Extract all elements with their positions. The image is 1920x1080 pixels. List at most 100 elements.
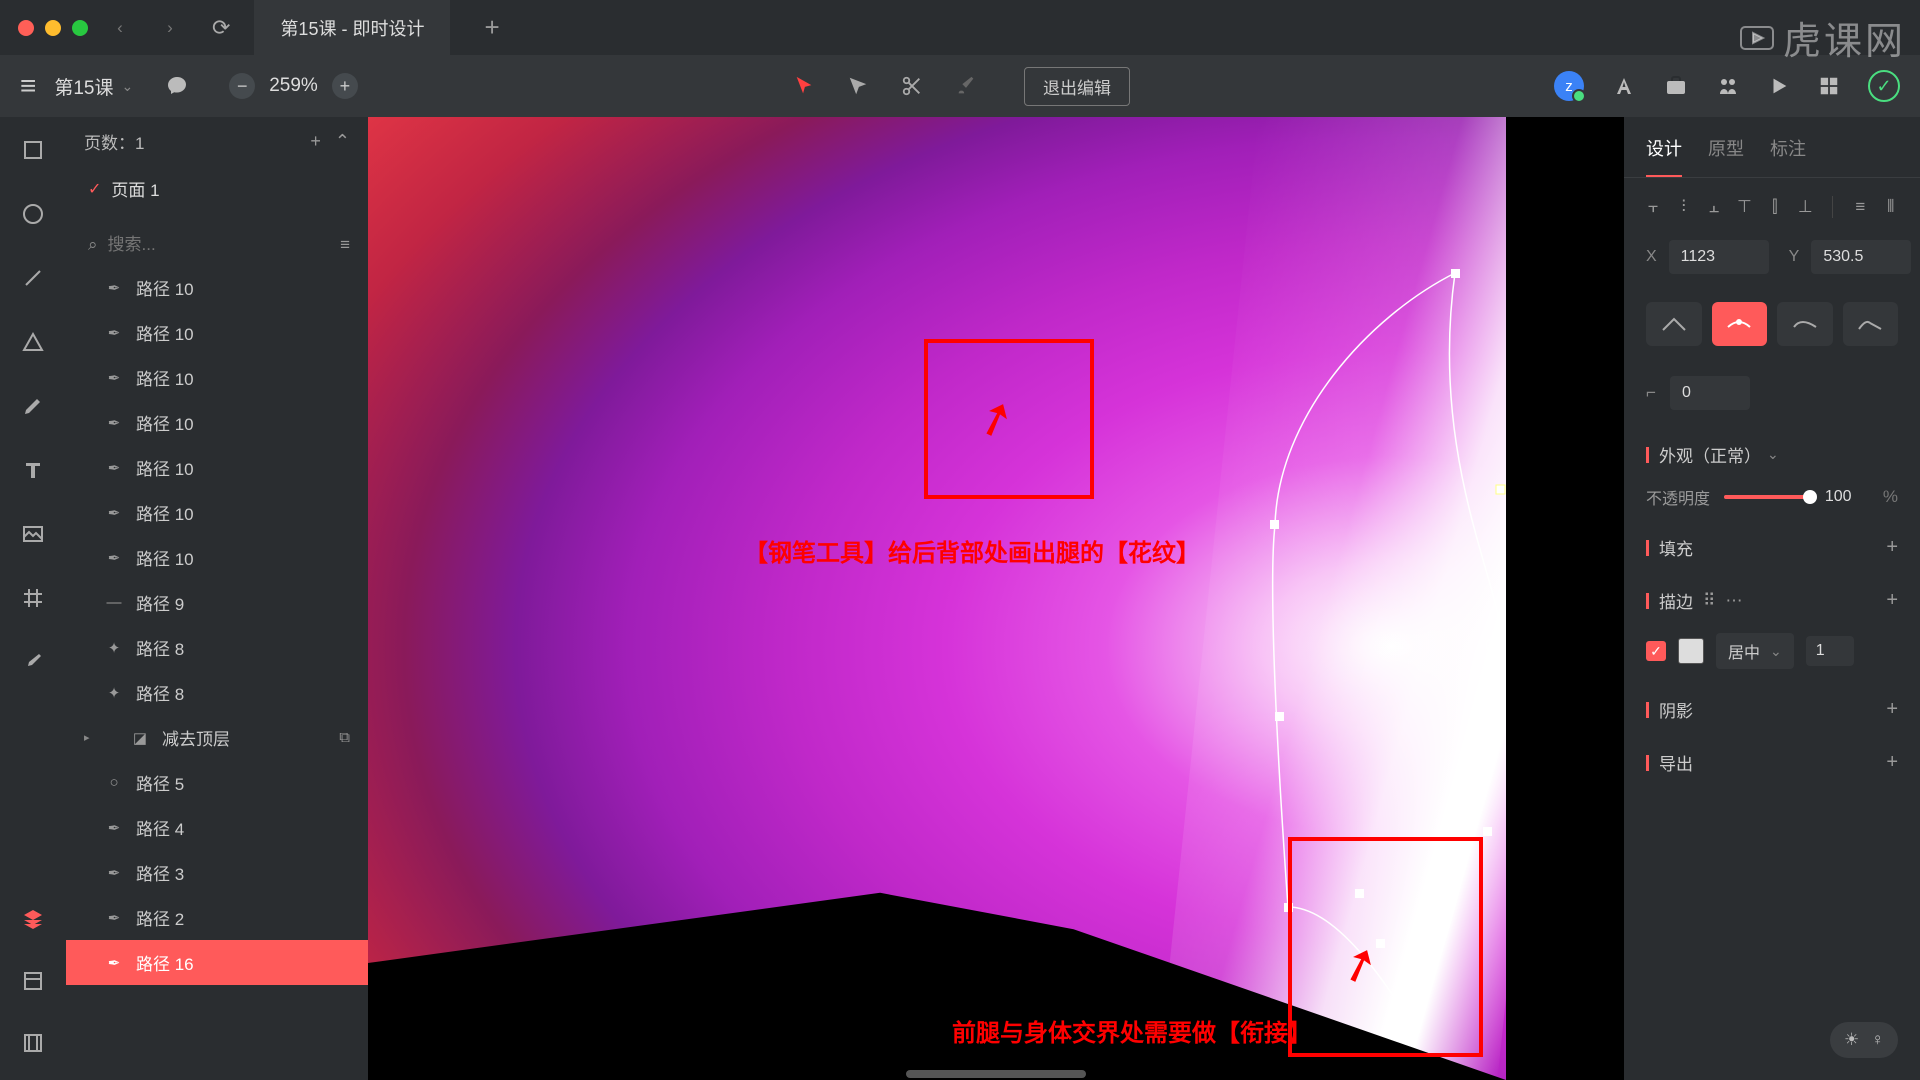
exit-edit-button[interactable]: 退出编辑 xyxy=(1024,67,1130,106)
grid-icon[interactable] xyxy=(1818,75,1840,97)
align-top-icon[interactable]: ⊤ xyxy=(1735,196,1753,218)
line-tool-icon[interactable] xyxy=(18,263,48,293)
opacity-slider[interactable] xyxy=(1724,495,1811,499)
frame-tool-icon[interactable] xyxy=(18,135,48,165)
briefcase-icon[interactable] xyxy=(1664,74,1688,98)
appearance-header[interactable]: 外观（正常） ⌄ xyxy=(1624,424,1920,477)
ellipse-tool-icon[interactable] xyxy=(18,199,48,229)
scissors-icon[interactable] xyxy=(898,72,926,100)
add-page-icon[interactable]: + xyxy=(310,131,321,152)
pen-tool-icon[interactable] xyxy=(18,391,48,421)
page-item[interactable]: ✓ 页面 1 xyxy=(66,166,368,211)
refresh-icon[interactable]: ⟳ xyxy=(212,15,230,41)
close-window[interactable] xyxy=(18,20,34,36)
menu-icon[interactable]: ≡ xyxy=(20,70,36,102)
stroke-more-icon[interactable]: ⋯ xyxy=(1725,591,1742,611)
text-style-icon[interactable] xyxy=(1612,74,1636,98)
stroke-position-select[interactable]: 居中 ⌄ xyxy=(1716,633,1794,669)
layers-panel-icon[interactable] xyxy=(18,904,48,934)
share-icon[interactable] xyxy=(1716,74,1740,98)
layer-item[interactable]: ✒路径 10 xyxy=(66,265,368,310)
layer-name: 路径 8 xyxy=(136,680,184,705)
layer-item[interactable]: ✒路径 10 xyxy=(66,535,368,580)
layer-name: 路径 5 xyxy=(136,770,184,795)
tab-prototype[interactable]: 原型 xyxy=(1708,135,1744,177)
search-input[interactable] xyxy=(108,235,331,255)
polygon-tool-icon[interactable] xyxy=(18,327,48,357)
horizontal-scrollbar[interactable] xyxy=(906,1070,1086,1078)
filter-icon[interactable]: ≡ xyxy=(340,235,350,255)
user-avatar[interactable]: z xyxy=(1554,71,1584,101)
point-asym-icon[interactable] xyxy=(1777,302,1833,346)
done-icon[interactable]: ✓ xyxy=(1868,70,1900,102)
brush-icon[interactable] xyxy=(952,72,980,100)
layer-item[interactable]: ✒路径 3 xyxy=(66,850,368,895)
align-bottom-icon[interactable]: ⊥ xyxy=(1796,196,1814,218)
new-tab-button[interactable]: + xyxy=(464,12,519,43)
canvas[interactable]: ➚ ➚ 【钢笔工具】给后背部处画出腿的【花纹】 前腿与身体交界处需要做【衔接】 … xyxy=(368,117,1624,1080)
chat-icon[interactable] xyxy=(165,74,189,98)
layer-item[interactable]: ▸◪减去顶层⧉ xyxy=(66,715,368,760)
add-stroke-icon[interactable]: + xyxy=(1886,589,1898,612)
eyedropper-icon[interactable] xyxy=(18,647,48,677)
zoom-out-button[interactable]: − xyxy=(229,73,255,99)
stroke-visible-checkbox[interactable]: ✓ xyxy=(1646,641,1666,661)
opacity-value[interactable]: 100 xyxy=(1825,488,1869,506)
layer-item[interactable]: ✒路径 10 xyxy=(66,445,368,490)
text-tool-icon[interactable] xyxy=(18,455,48,485)
layer-item[interactable]: ✒路径 4 xyxy=(66,805,368,850)
layer-item[interactable]: ✒路径 10 xyxy=(66,355,368,400)
radius-input[interactable] xyxy=(1670,376,1750,410)
maximize-window[interactable] xyxy=(72,20,88,36)
align-right-icon[interactable]: ⫠ xyxy=(1705,196,1723,218)
pen-tool-icon[interactable] xyxy=(844,72,872,100)
add-shadow-icon[interactable]: + xyxy=(1886,698,1898,721)
point-mirror-icon[interactable] xyxy=(1712,302,1768,346)
y-input[interactable] xyxy=(1811,240,1911,274)
distribute-h-icon[interactable]: ≡ xyxy=(1851,196,1869,218)
nav-back[interactable]: ‹ xyxy=(102,10,138,46)
zoom-controls: − 259% + xyxy=(229,73,358,99)
layer-item[interactable]: —路径 9 xyxy=(66,580,368,625)
layer-item[interactable]: ✦路径 8 xyxy=(66,670,368,715)
layer-type-icon: ✒ xyxy=(104,279,124,297)
layer-item[interactable]: ○路径 5 xyxy=(66,760,368,805)
theme-toggle[interactable]: ☀ ♀ xyxy=(1830,1022,1898,1058)
zoom-in-button[interactable]: + xyxy=(332,73,358,99)
slice-tool-icon[interactable] xyxy=(18,583,48,613)
point-corner-icon[interactable] xyxy=(1646,302,1702,346)
tab-annotate[interactable]: 标注 xyxy=(1770,135,1806,177)
stroke-width-input[interactable] xyxy=(1806,636,1854,666)
zoom-value[interactable]: 259% xyxy=(269,75,318,97)
add-export-icon[interactable]: + xyxy=(1886,751,1898,774)
arrow-icon: ➚ xyxy=(1332,932,1387,996)
expand-arrow-icon[interactable]: ▸ xyxy=(84,731,90,744)
layer-item[interactable]: ✦路径 8 xyxy=(66,625,368,670)
library-panel-icon[interactable] xyxy=(18,1028,48,1058)
layer-item[interactable]: ✒路径 10 xyxy=(66,490,368,535)
x-input[interactable] xyxy=(1669,240,1769,274)
layer-item[interactable]: ✒路径 2 xyxy=(66,895,368,940)
nav-forward[interactable]: › xyxy=(152,10,188,46)
stroke-color-swatch[interactable] xyxy=(1678,638,1704,664)
move-tool-icon[interactable] xyxy=(790,72,818,100)
align-left-icon[interactable]: ⫟ xyxy=(1644,196,1662,218)
point-disconnect-icon[interactable] xyxy=(1843,302,1899,346)
document-title[interactable]: 第15课 ⌄ xyxy=(54,73,133,100)
layer-item[interactable]: ✒路径 10 xyxy=(66,400,368,445)
tab-design[interactable]: 设计 xyxy=(1646,135,1682,177)
distribute-v-icon[interactable]: ⦀ xyxy=(1882,196,1900,218)
stroke-options-icon[interactable]: ⠿ xyxy=(1703,591,1715,611)
collapse-pages-icon[interactable]: ⌃ xyxy=(335,131,350,152)
align-vcenter-icon[interactable]: ⫿ xyxy=(1766,196,1784,218)
play-icon[interactable] xyxy=(1768,75,1790,97)
add-fill-icon[interactable]: + xyxy=(1886,536,1898,559)
browser-tab[interactable]: 第15课 - 即时设计 xyxy=(254,0,450,55)
align-hcenter-icon[interactable]: ⫶ xyxy=(1674,196,1692,218)
layer-item[interactable]: ✒路径 10 xyxy=(66,310,368,355)
layer-name: 路径 10 xyxy=(136,365,194,390)
image-tool-icon[interactable] xyxy=(18,519,48,549)
assets-panel-icon[interactable] xyxy=(18,966,48,996)
layer-item[interactable]: ✒路径 16 xyxy=(66,940,368,985)
minimize-window[interactable] xyxy=(45,20,61,36)
